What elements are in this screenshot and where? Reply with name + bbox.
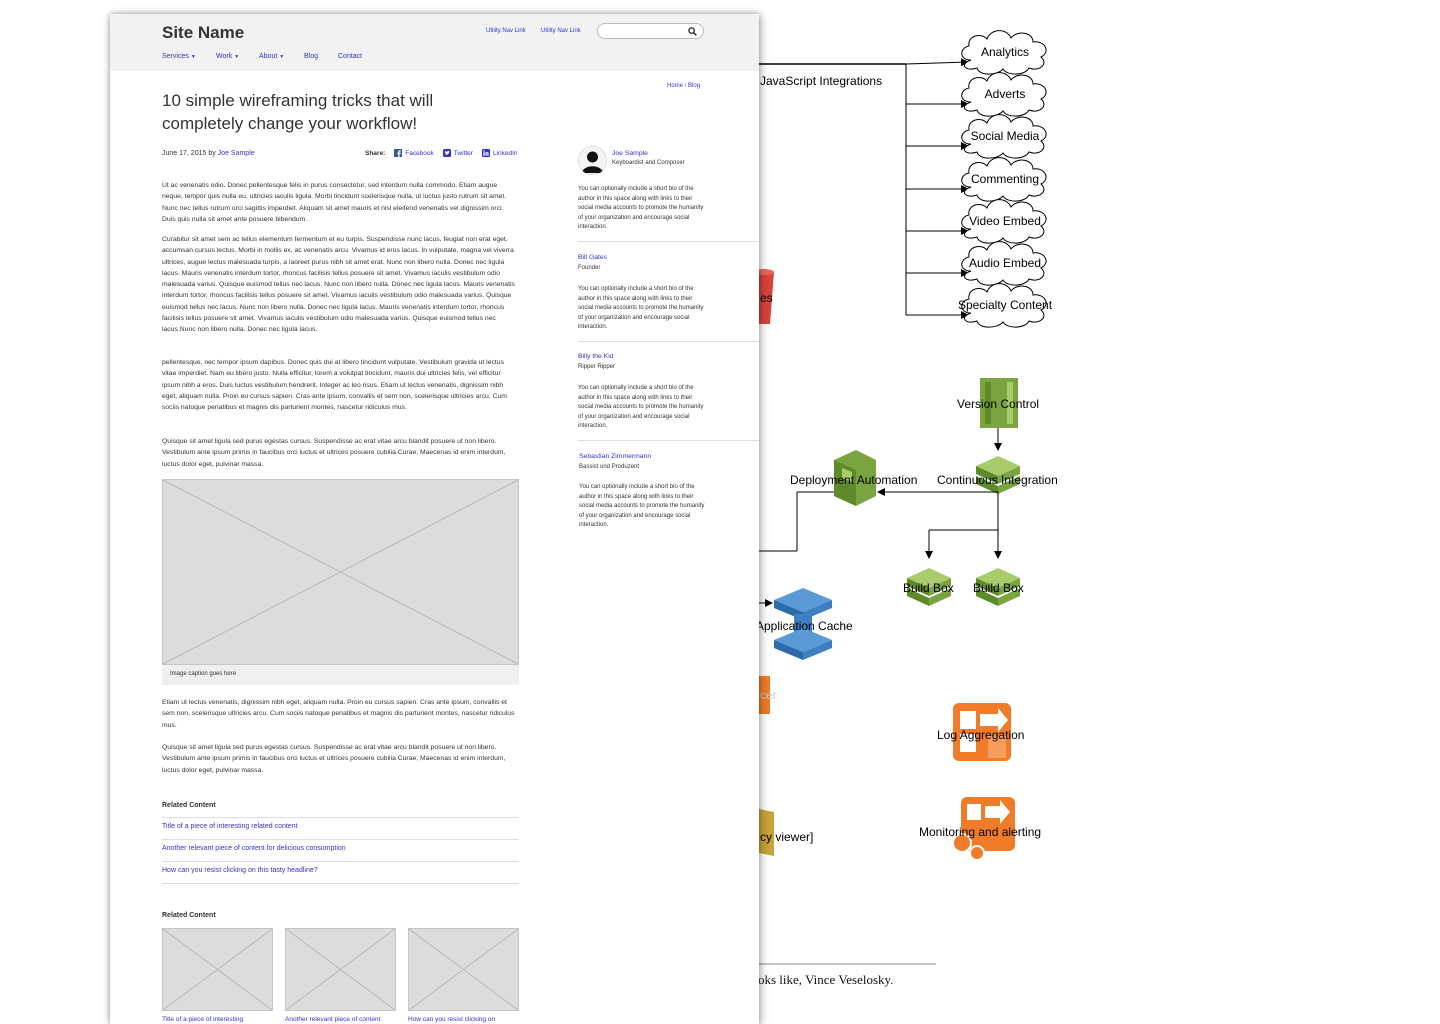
application-cache-label: Application Cache xyxy=(756,619,853,633)
author-bio: You can optionally include a short bio o… xyxy=(578,286,704,330)
image-placeholder-icon xyxy=(285,928,396,1011)
breadcrumb: Home / Blog xyxy=(667,83,701,89)
diagram-caption: oks like, Vince Veselosky. xyxy=(758,972,893,987)
article-paragraph: Quisque sit amet ligula sed purus egesta… xyxy=(162,744,506,774)
chevron-down-icon: ▼ xyxy=(234,54,240,60)
svg-text:Commenting: Commenting xyxy=(971,172,1039,186)
user-avatar-icon xyxy=(578,146,607,175)
js-integrations-label: JavaScript Integrations xyxy=(760,74,882,88)
nav-work[interactable]: Work ▼ xyxy=(216,53,239,60)
chevron-down-icon: ▼ xyxy=(190,54,196,60)
divider xyxy=(578,241,759,242)
article-paragraph: Quisque sit amet ligula sed purus egesta… xyxy=(162,438,506,468)
monitoring-label: Monitoring and alerting xyxy=(919,825,1041,839)
utility-nav-link-2[interactable]: Utility Nav Link xyxy=(541,28,581,34)
site-name[interactable]: Site Name xyxy=(162,23,244,43)
author-bio: You can optionally include a short bio o… xyxy=(578,186,704,230)
author-name[interactable]: Joe Sample xyxy=(612,150,648,157)
cloud-connectors xyxy=(905,58,969,319)
share-facebook[interactable]: Facebook xyxy=(394,149,434,157)
related-thumbnail[interactable] xyxy=(162,928,273,1011)
image-caption: Image caption goes here xyxy=(162,665,519,685)
divider xyxy=(578,341,759,342)
nav-blog[interactable]: Blog xyxy=(304,53,318,60)
wireframe-page: Site Name Utility Nav Link Utility Nav L… xyxy=(110,14,759,1024)
author-role: Ripper Ripper xyxy=(578,364,616,370)
partial-es-label: es xyxy=(760,291,773,305)
breadcrumb-home[interactable]: Home xyxy=(667,83,683,89)
cloud-audio-embed: Audio Embed xyxy=(961,241,1047,286)
deployment-automation-label: Deployment Automation xyxy=(790,473,917,487)
site-header: Site Name Utility Nav Link Utility Nav L… xyxy=(110,14,759,71)
svg-text:Video Embed: Video Embed xyxy=(969,214,1041,228)
partial-viewer-label: cy viewer] xyxy=(760,830,813,844)
image-placeholder-icon xyxy=(162,928,273,1011)
build-box-1-label: Build Box xyxy=(903,581,954,595)
breadcrumb-current[interactable]: Blog xyxy=(688,83,700,89)
article-paragraph: Ut ac venenatis odio. Donec pellentesque… xyxy=(162,182,507,223)
utility-nav-link-1[interactable]: Utility Nav Link xyxy=(486,28,526,34)
svg-text:Social Media: Social Media xyxy=(971,129,1040,143)
svg-text:Analytics: Analytics xyxy=(981,45,1029,59)
search-input[interactable] xyxy=(597,23,704,39)
author-bio: You can optionally include a short bio o… xyxy=(579,484,705,528)
author-name[interactable]: Sebastian Zimmermann xyxy=(579,453,651,460)
build-box-2-label: Build Box xyxy=(973,581,1024,595)
continuous-integration-label: Continuous Integration xyxy=(937,473,1058,487)
cloud-social-media: Social Media xyxy=(961,114,1047,159)
twitter-icon xyxy=(442,149,451,157)
partial-cer-label: cer xyxy=(760,688,777,702)
cloud-adverts: Adverts xyxy=(961,72,1047,117)
facebook-icon xyxy=(394,149,403,157)
article-meta: June 17, 2015 by Joe Sample xyxy=(162,150,255,157)
related-link[interactable]: Title of a piece of interesting related … xyxy=(162,818,519,840)
nav-about[interactable]: About ▼ xyxy=(259,53,284,60)
svg-text:Specialty Content: Specialty Content xyxy=(958,298,1053,312)
author-role: Bassist und Produzent xyxy=(579,464,640,470)
author-role: Founder xyxy=(578,265,601,271)
thumbnail-caption-link[interactable]: Title of a piece of interesting xyxy=(162,1016,243,1023)
related-link[interactable]: Another relevant piece of content for de… xyxy=(162,840,519,862)
chevron-down-icon: ▼ xyxy=(279,54,285,60)
search-icon[interactable] xyxy=(688,27,697,36)
article-paragraph: pellentesque, nec tempor ipsum dapibus. … xyxy=(162,359,507,412)
article-paragraph: Curabitur sit amet sem ac tellus element… xyxy=(162,236,515,334)
related-content-heading: Related Content xyxy=(162,802,216,809)
image-placeholder-icon xyxy=(408,928,519,1011)
author-name[interactable]: Billy the Kid xyxy=(578,353,614,360)
nav-contact[interactable]: Contact xyxy=(338,53,362,60)
image-placeholder-icon xyxy=(162,479,519,665)
image-placeholder xyxy=(162,479,519,665)
svg-text:Adverts: Adverts xyxy=(985,87,1026,101)
nav-services[interactable]: Services ▼ xyxy=(162,53,196,60)
cloud-specialty-content: Specialty Content xyxy=(958,283,1053,328)
share-bar: Share: Facebook Twitter LinkedIn xyxy=(365,149,518,157)
divider xyxy=(578,440,759,441)
author-link[interactable]: Joe Sample xyxy=(218,150,255,157)
share-linkedin[interactable]: LinkedIn xyxy=(481,149,518,157)
author-bio: You can optionally include a short bio o… xyxy=(578,385,704,429)
thumbnail-caption-link[interactable]: How can you resist clicking on xyxy=(408,1016,495,1023)
author-role: Keyboardist and Composer xyxy=(612,160,685,166)
avatar[interactable] xyxy=(578,146,607,175)
article-title: 10 simple wireframing tricks that will c… xyxy=(162,91,434,133)
article-paragraph: Etiam ut lectus venenatis, dignissim nib… xyxy=(162,699,515,729)
cloud-video-embed: Video Embed xyxy=(961,199,1047,244)
related-thumbnail[interactable] xyxy=(408,928,519,1011)
thumbnail-caption-link[interactable]: Another relevant piece of content xyxy=(285,1016,380,1023)
author-name[interactable]: Bill Gates xyxy=(578,254,607,261)
svg-text:Audio Embed: Audio Embed xyxy=(969,256,1041,270)
related-content-heading-2: Related Content xyxy=(162,912,216,919)
cloud-analytics: Analytics xyxy=(961,30,1047,75)
cloud-commenting: Commenting xyxy=(961,157,1047,202)
log-aggregation-label: Log Aggregation xyxy=(937,728,1024,742)
linkedin-icon xyxy=(481,149,490,157)
related-link[interactable]: How can you resist clicking on this tast… xyxy=(162,862,519,884)
related-thumbnail[interactable] xyxy=(285,928,396,1011)
share-twitter[interactable]: Twitter xyxy=(442,149,473,157)
version-control-label: Version Control xyxy=(957,397,1039,411)
